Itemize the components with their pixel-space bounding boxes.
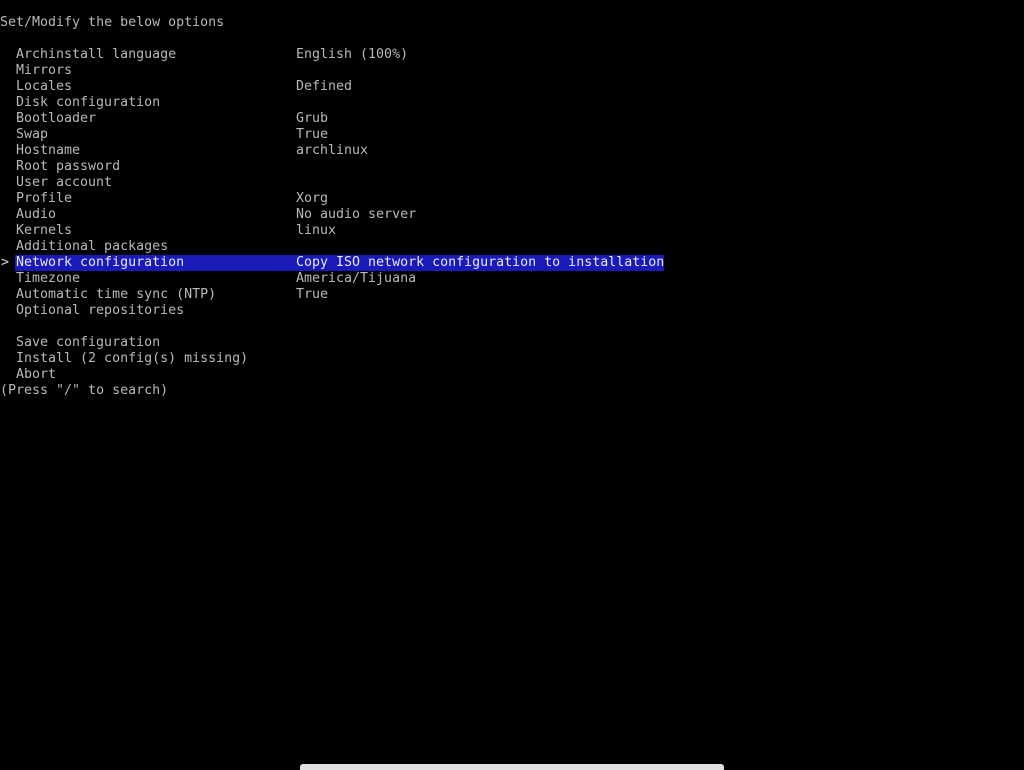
option-label: Timezone	[16, 271, 81, 286]
option-label: Disk configuration	[16, 95, 161, 110]
action-label: Abort	[16, 367, 57, 382]
option-label: Automatic time sync (NTP)	[16, 287, 217, 302]
option-label: Audio	[16, 207, 57, 222]
option-value: True	[296, 287, 329, 302]
menu-item-bootloader[interactable]: Bootloader Grub	[0, 111, 1024, 127]
menu-item-network-configuration[interactable]: > Network configuration Copy ISO network…	[0, 255, 1024, 271]
option-value: True	[296, 127, 329, 142]
option-label: Optional repositories	[16, 303, 185, 318]
action-label: Save configuration	[16, 335, 161, 350]
menu-item-additional-packages[interactable]: Additional packages	[0, 239, 1024, 255]
menu-item-kernels[interactable]: Kernels linux	[0, 223, 1024, 239]
menu-item-disk-configuration[interactable]: Disk configuration	[0, 95, 1024, 111]
save-configuration-button[interactable]: Save configuration	[0, 335, 1024, 351]
option-label: Network configuration	[16, 255, 185, 270]
menu-item-archinstall-language[interactable]: Archinstall language English (100%)	[0, 47, 1024, 63]
option-label: Locales	[16, 79, 73, 94]
selection-cursor: >	[1, 255, 10, 270]
menu-item-audio[interactable]: Audio No audio server	[0, 207, 1024, 223]
option-label: User account	[16, 175, 113, 190]
option-value: archlinux	[296, 143, 369, 158]
option-value: English (100%)	[296, 47, 409, 62]
menu-item-user-account[interactable]: User account	[0, 175, 1024, 191]
menu-item-profile[interactable]: Profile Xorg	[0, 191, 1024, 207]
menu-item-root-password[interactable]: Root password	[0, 159, 1024, 175]
option-label: Mirrors	[16, 63, 73, 78]
option-label: Profile	[16, 191, 73, 206]
page-title: Set/Modify the below options	[0, 15, 225, 30]
option-value: Grub	[296, 111, 329, 126]
install-button[interactable]: Install (2 config(s) missing)	[0, 351, 1024, 367]
option-label: Additional packages	[16, 239, 169, 254]
menu-item-optional-repositories[interactable]: Optional repositories	[0, 303, 1024, 319]
menu-item-hostname[interactable]: Hostname archlinux	[0, 143, 1024, 159]
option-value: No audio server	[296, 207, 417, 222]
menu-item-locales[interactable]: Locales Defined	[0, 79, 1024, 95]
option-label: Bootloader	[16, 111, 97, 126]
option-value: linux	[296, 223, 337, 238]
bottom-edge-bar	[300, 764, 724, 770]
option-value: Xorg	[296, 191, 329, 206]
menu-item-swap[interactable]: Swap True	[0, 127, 1024, 143]
option-label: Archinstall language	[16, 47, 177, 62]
option-label: Swap	[16, 127, 49, 142]
search-hint: (Press "/" to search)	[0, 383, 169, 398]
option-value: America/Tijuana	[296, 271, 417, 286]
menu-item-automatic-time-sync[interactable]: Automatic time sync (NTP) True	[0, 287, 1024, 303]
abort-button[interactable]: Abort	[0, 367, 1024, 383]
menu-item-mirrors[interactable]: Mirrors	[0, 63, 1024, 79]
option-value: Defined	[296, 79, 353, 94]
option-label: Root password	[16, 159, 121, 174]
menu-item-timezone[interactable]: Timezone America/Tijuana	[0, 271, 1024, 287]
option-label: Hostname	[16, 143, 81, 158]
action-label: Install (2 config(s) missing)	[16, 351, 249, 366]
option-label: Kernels	[16, 223, 73, 238]
option-value: Copy ISO network configuration to instal…	[296, 255, 665, 270]
